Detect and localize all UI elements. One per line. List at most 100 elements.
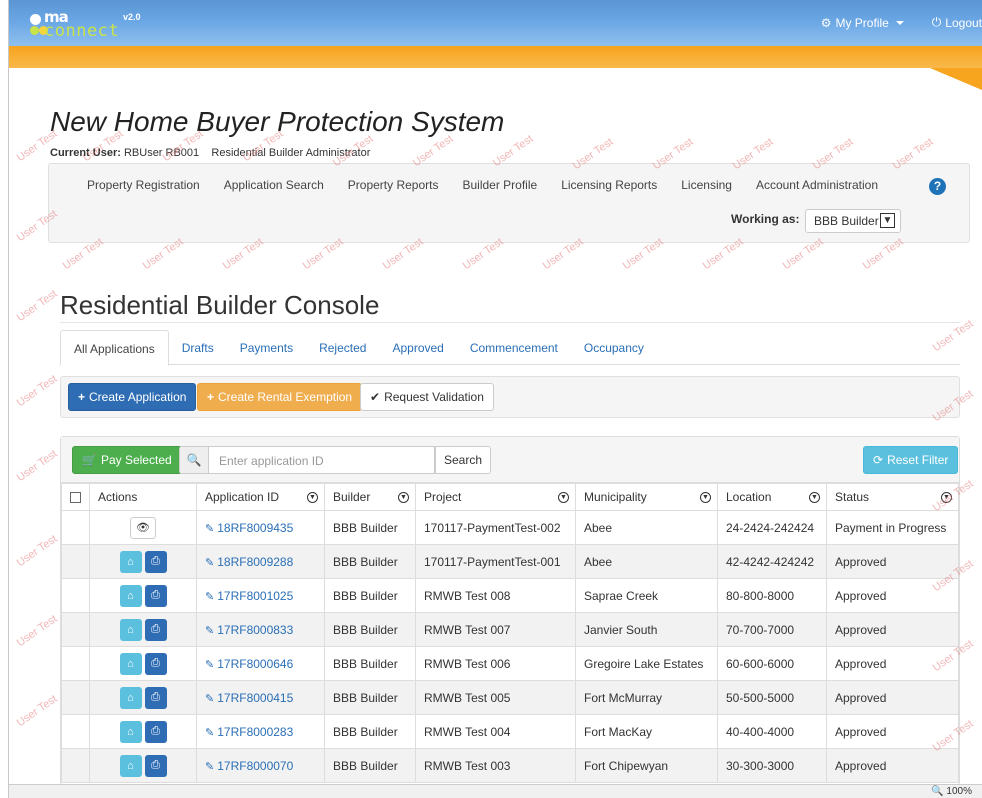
- application-id-link[interactable]: ✎ 17RF8000646: [205, 657, 293, 671]
- logout-label: Logout: [945, 15, 982, 30]
- reset-filter-button[interactable]: ⟳ Reset Filter: [863, 446, 959, 474]
- tab-payments[interactable]: Payments: [227, 330, 306, 364]
- row-project-cell: 170117-PaymentTest-002: [415, 510, 576, 545]
- row-municipality-cell: Fort MacKay: [575, 714, 718, 749]
- filter-icon[interactable]: ▼: [307, 492, 318, 503]
- nav-account-administration[interactable]: Account Administration: [756, 178, 878, 192]
- nav-property-registration[interactable]: Property Registration: [87, 178, 200, 192]
- pay-selected-button[interactable]: 🛒 Pay Selected: [72, 446, 182, 474]
- row-actions: ⌂ ⎙: [119, 618, 167, 641]
- nav-property-reports[interactable]: Property Reports: [348, 178, 439, 192]
- application-id-link[interactable]: ✎ 17RF8000415: [205, 691, 293, 705]
- request-validation-button[interactable]: ✔ Request Validation: [360, 383, 494, 411]
- home-icon[interactable]: ⌂: [119, 686, 142, 709]
- refresh-icon: ⟳: [873, 453, 884, 467]
- select-all-checkbox[interactable]: [70, 492, 81, 504]
- nav-builder-profile[interactable]: Builder Profile: [462, 178, 537, 192]
- home-icon[interactable]: ⌂: [119, 652, 142, 675]
- filter-icon[interactable]: ▼: [700, 492, 711, 503]
- print-icon[interactable]: ⎙: [144, 652, 167, 675]
- row-builder-cell: BBB Builder: [324, 510, 416, 545]
- col-actions: Actions: [89, 483, 197, 511]
- tab-rejected[interactable]: Rejected: [306, 330, 379, 364]
- application-id-text: 17RF8000283: [217, 724, 294, 739]
- row-project-cell: RMWB Test 005: [415, 680, 576, 715]
- row-project-cell: 170117-PaymentTest-001: [415, 544, 576, 579]
- application-id-link[interactable]: ✎ 17RF8000283: [205, 725, 293, 739]
- pencil-icon: ✎: [205, 692, 215, 705]
- ma-connect-logo[interactable]: ma connect v2.0: [30, 8, 160, 41]
- print-icon[interactable]: ⎙: [144, 584, 167, 607]
- print-icon[interactable]: ⎙: [144, 720, 167, 743]
- tab-occupancy[interactable]: Occupancy: [571, 330, 657, 364]
- application-id-search-input[interactable]: Enter application ID: [209, 446, 435, 474]
- row-status-cell: Approved: [826, 714, 959, 749]
- table-row: ⌂ ⎙ ✎ 17RF8000283 BBB Builder RMWB Test 00…: [61, 714, 959, 749]
- create-application-button[interactable]: + Create Application: [68, 383, 197, 411]
- print-icon[interactable]: ⎙: [144, 686, 167, 709]
- filter-icon[interactable]: ▼: [558, 492, 569, 503]
- filter-icon[interactable]: ▼: [398, 492, 409, 503]
- current-user-info: Current User: RBUser RB001 Residential B…: [50, 147, 370, 159]
- row-builder-cell: BBB Builder: [324, 612, 416, 647]
- print-icon[interactable]: ⎙: [144, 618, 167, 641]
- home-icon[interactable]: ⌂: [119, 720, 142, 743]
- working-as-select[interactable]: BBB Builder ▼: [805, 209, 901, 233]
- application-id-link[interactable]: ✎ 17RF8001025: [205, 589, 293, 603]
- row-builder-cell: BBB Builder: [324, 748, 416, 783]
- col-location: Location ▼: [717, 483, 827, 511]
- nav-licensing-reports[interactable]: Licensing Reports: [561, 178, 657, 192]
- plus-icon: +: [78, 390, 86, 404]
- user-menu: ⚙ My Profile ⏻ Logout: [821, 15, 982, 30]
- print-icon[interactable]: ⎙: [144, 550, 167, 573]
- row-builder-cell: BBB Builder: [324, 646, 416, 681]
- logout-link[interactable]: ⏻ Logout: [932, 15, 982, 30]
- tab-drafts[interactable]: Drafts: [169, 330, 227, 364]
- application-id-link[interactable]: ✎ 18RF8009435: [205, 521, 293, 535]
- application-tabs: All Applications Drafts Payments Rejecte…: [60, 330, 960, 366]
- filter-icon[interactable]: ▼: [941, 492, 952, 503]
- nav-application-search[interactable]: Application Search: [224, 178, 324, 192]
- zoom-icon: 🔍: [931, 786, 944, 797]
- application-id-link[interactable]: ✎ 18RF8009288: [205, 555, 293, 569]
- print-icon[interactable]: ⎙: [144, 754, 167, 777]
- home-icon[interactable]: ⌂: [119, 618, 142, 641]
- browser-status-bar: 🔍 100%: [0, 784, 982, 798]
- search-button[interactable]: Search: [435, 446, 491, 474]
- zoom-value: 100%: [946, 786, 972, 797]
- tab-commencement[interactable]: Commencement: [457, 330, 571, 364]
- table-toolbar: 🛒 Pay Selected 🔍 Enter application ID Se…: [61, 437, 959, 483]
- row-actions: ⌂ ⎙: [119, 550, 167, 573]
- home-icon[interactable]: ⌂: [119, 754, 142, 777]
- col-project-label: Project: [424, 490, 462, 504]
- home-icon[interactable]: ⌂: [119, 550, 142, 573]
- application-id-text: 18RF8009288: [217, 554, 294, 569]
- row-location-cell: 60-600-6000: [717, 646, 827, 681]
- view-icon[interactable]: 👁: [130, 516, 156, 539]
- my-profile-dropdown[interactable]: ⚙ My Profile: [821, 15, 904, 30]
- home-icon[interactable]: ⌂: [119, 584, 142, 607]
- tab-all-applications[interactable]: All Applications: [60, 330, 169, 366]
- row-status-cell: Payment in Progress: [826, 510, 959, 545]
- orange-banner-wedge: [0, 68, 982, 90]
- create-rental-exemption-button[interactable]: + Create Rental Exemption: [197, 383, 363, 411]
- col-actions-label: Actions: [98, 490, 138, 504]
- row-municipality-cell: Abee: [575, 544, 718, 579]
- my-profile-label: My Profile: [835, 15, 889, 30]
- main-nav-panel: Property Registration Application Search…: [48, 163, 970, 243]
- help-icon[interactable]: ?: [929, 178, 946, 195]
- col-location-label: Location: [726, 490, 772, 504]
- application-id-link[interactable]: ✎ 17RF8000070: [205, 759, 293, 773]
- table-row: ⌂ ⎙ ✎ 18RF8009288 BBB Builder 170117-Payme…: [61, 544, 959, 579]
- row-select-cell: [61, 680, 90, 715]
- tab-approved[interactable]: Approved: [379, 330, 456, 364]
- filter-icon[interactable]: ▼: [809, 492, 820, 503]
- application-id-link[interactable]: ✎ 17RF8000833: [205, 623, 293, 637]
- zoom-level[interactable]: 🔍 100%: [931, 786, 972, 797]
- watermark: User Test: [14, 532, 60, 570]
- search-icon: 🔍: [179, 446, 209, 474]
- row-status-cell: Approved: [826, 646, 959, 681]
- nav-licensing[interactable]: Licensing: [681, 178, 732, 192]
- row-location-cell: 42-4242-424242: [717, 544, 827, 579]
- watermark: User Test: [14, 692, 60, 730]
